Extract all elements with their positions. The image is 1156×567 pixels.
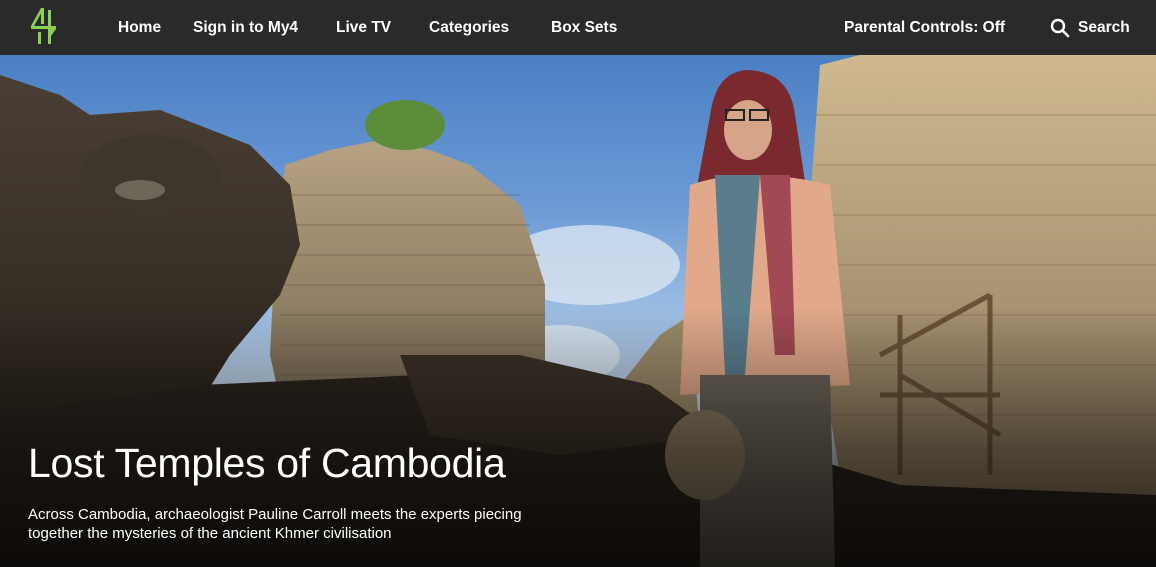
nav-box-sets-link[interactable]: Box Sets — [551, 0, 617, 55]
nav-categories-link[interactable]: Categories — [429, 0, 509, 55]
hero-description: Across Cambodia, archaeologist Pauline C… — [28, 506, 522, 542]
search-icon — [1050, 18, 1070, 38]
top-navigation-bar: Home Sign in to My4 Live TV Categories B… — [0, 0, 1156, 55]
search-label: Search — [1078, 18, 1130, 36]
hero-banner[interactable]: Lost Temples of Cambodia Across Cambodia… — [0, 55, 1156, 567]
nav-live-tv-link[interactable]: Live TV — [336, 0, 391, 55]
nav-sign-in-link[interactable]: Sign in to My4 — [193, 0, 298, 55]
search-button[interactable]: Search — [1050, 0, 1130, 55]
parental-controls-link[interactable]: Parental Controls: Off — [844, 0, 1005, 55]
nav-home-link[interactable]: Home — [118, 0, 161, 55]
hero-title[interactable]: Lost Temples of Cambodia — [28, 440, 506, 487]
channel-4-logo-icon[interactable] — [28, 6, 60, 46]
